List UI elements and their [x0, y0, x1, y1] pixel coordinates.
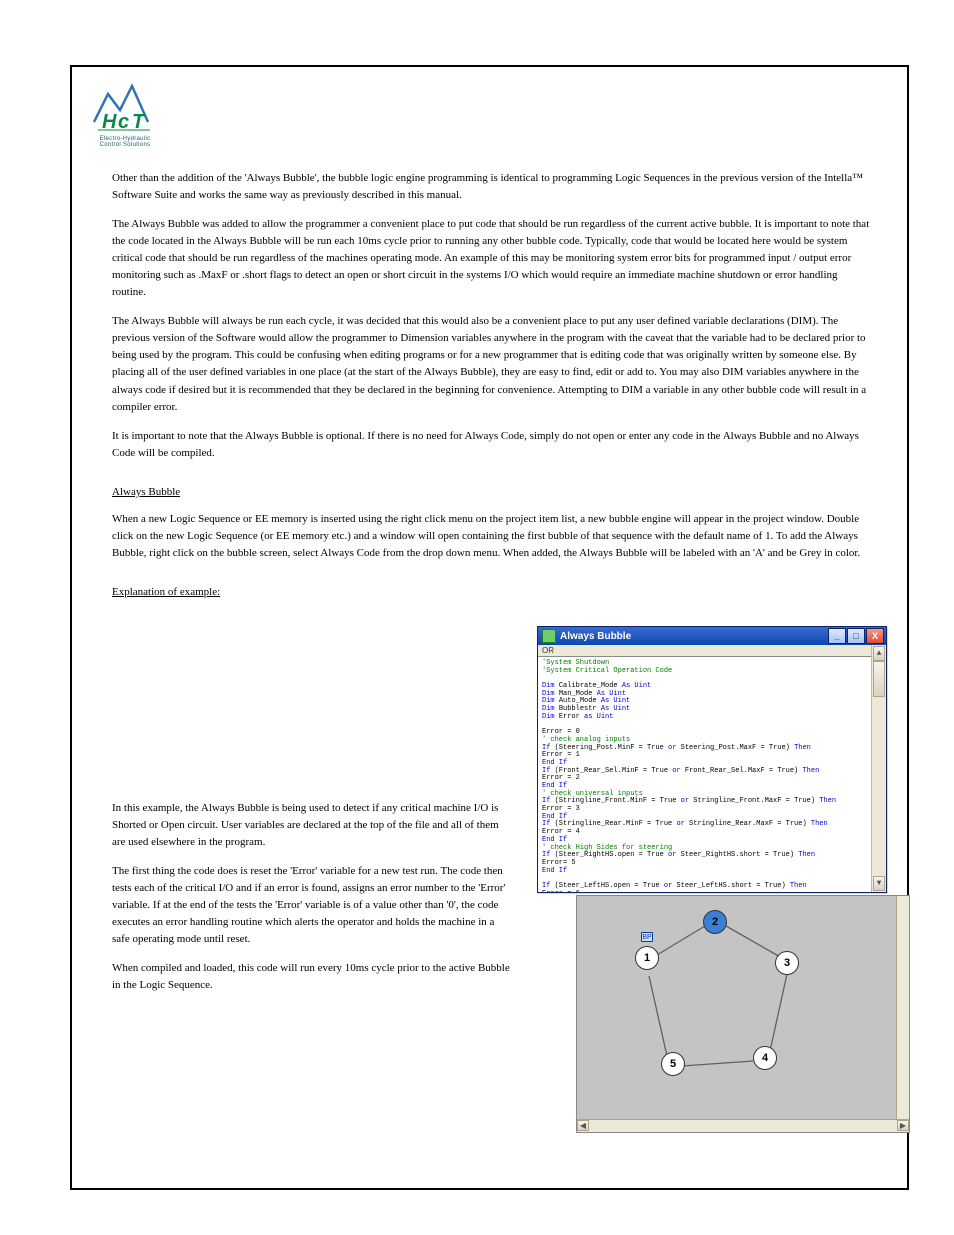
always-bubble-code-window: Always Bubble _ □ X OR 'System Shutdown …: [537, 626, 887, 893]
body-text: Other than the addition of the 'Always B…: [112, 170, 872, 611]
bubble-1[interactable]: 1: [635, 946, 659, 970]
scroll-right-icon[interactable]: ▶: [897, 1120, 909, 1131]
window-title: Always Bubble: [560, 631, 631, 642]
scroll-left-icon[interactable]: ◀: [577, 1120, 589, 1131]
close-button[interactable]: X: [866, 628, 884, 644]
logo-subtitle-2: Control Solutions: [85, 142, 165, 148]
window-icon: [542, 629, 556, 643]
paragraph: The Always Bubble was added to allow the…: [112, 216, 872, 301]
paragraph: It is important to note that the Always …: [112, 428, 872, 462]
paragraph: The first thing the code does is reset t…: [112, 863, 512, 948]
explanation-column: In this example, the Always Bubble is be…: [112, 638, 512, 1006]
paragraph: In this example, the Always Bubble is be…: [112, 800, 512, 851]
editor-dropdown[interactable]: OR: [538, 645, 886, 657]
maximize-button[interactable]: □: [847, 628, 865, 644]
scroll-down-icon[interactable]: ▼: [873, 876, 885, 891]
breakpoint-marker[interactable]: BP: [641, 932, 653, 942]
paragraph: Other than the addition of the 'Always B…: [112, 170, 872, 204]
bubble-diagram[interactable]: BP 1 2 3 4 5 ◀ ▶: [576, 895, 910, 1133]
bubble-2[interactable]: 2: [703, 910, 727, 934]
paragraph: The Always Bubble will always be run eac…: [112, 313, 872, 415]
scroll-thumb[interactable]: [873, 661, 885, 697]
diagram-edges: [577, 896, 897, 1120]
bubble-5[interactable]: 5: [661, 1052, 685, 1076]
code-body[interactable]: 'System Shutdown 'System Critical Operat…: [538, 657, 886, 892]
paragraph: When a new Logic Sequence or EE memory i…: [112, 511, 872, 562]
section-heading-explanation: Explanation of example:: [112, 584, 872, 601]
section-heading-always-bubble: Always Bubble: [112, 484, 872, 501]
hct-logo: H c T Electro-Hydraulic Control Solution…: [85, 80, 165, 148]
diagram-vertical-scrollbar[interactable]: [896, 896, 909, 1120]
paragraph: When compiled and loaded, this code will…: [112, 960, 512, 994]
bubble-4[interactable]: 4: [753, 1046, 777, 1070]
diagram-horizontal-scrollbar[interactable]: ◀ ▶: [577, 1119, 909, 1132]
scroll-up-icon[interactable]: ▲: [873, 646, 885, 661]
minimize-button[interactable]: _: [828, 628, 846, 644]
vertical-scrollbar[interactable]: ▲ ▼: [871, 645, 886, 892]
window-titlebar[interactable]: Always Bubble _ □ X: [538, 627, 886, 645]
bubble-3[interactable]: 3: [775, 951, 799, 975]
